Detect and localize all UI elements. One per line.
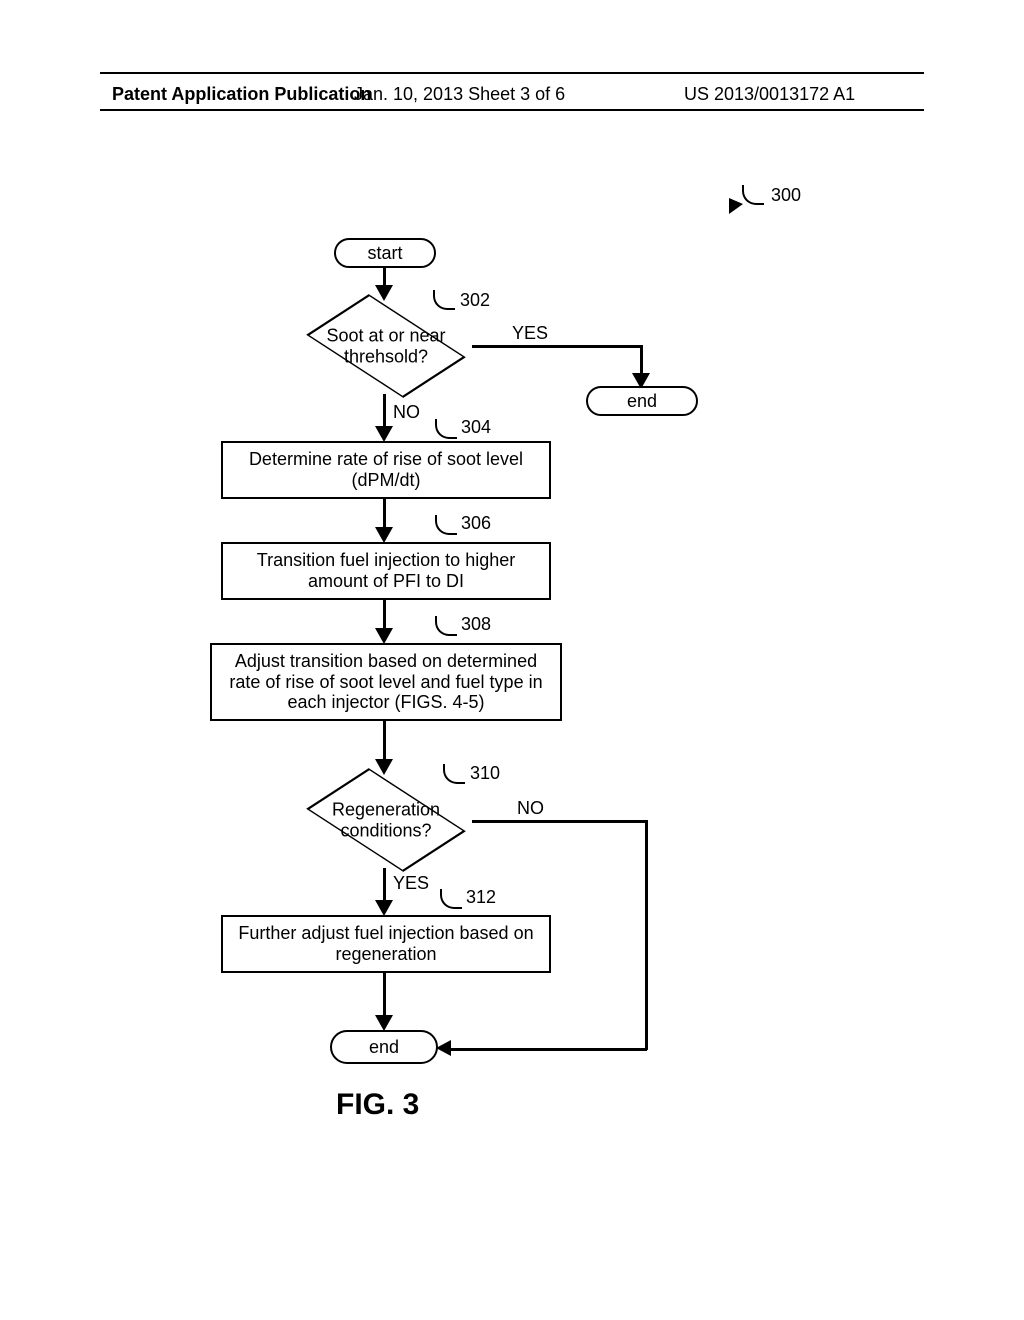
ref-302: 302 (460, 290, 490, 311)
connector (383, 394, 386, 430)
decision-310-text: Regeneration conditions? (332, 799, 440, 840)
no-label-310: NO (517, 798, 544, 819)
leader-tail (440, 889, 462, 909)
leader-tail (435, 616, 457, 636)
connector (645, 820, 648, 1050)
yes-label-310: YES (393, 873, 429, 894)
decision-302-text: Soot at or near threhsold? (326, 325, 445, 366)
process-306: Transition fuel injection to higher amou… (221, 542, 551, 600)
connector (383, 973, 386, 1019)
process-312: Further adjust fuel injection based on r… (221, 915, 551, 973)
end-top-terminator: end (586, 386, 698, 416)
ref-312: 312 (466, 887, 496, 908)
leader-tail (435, 419, 457, 439)
decision-310: Regeneration conditions? (301, 772, 471, 868)
process-304-text: Determine rate of rise of soot level (dP… (249, 449, 523, 490)
process-308-text: Adjust transition based on determined ra… (229, 651, 542, 713)
header-rule-bottom (100, 109, 924, 111)
yes-label-302: YES (512, 323, 548, 344)
no-label-302: NO (393, 402, 420, 423)
ref-300: 300 (771, 185, 801, 206)
connector (383, 721, 386, 763)
leader-tail (435, 515, 457, 535)
arrow-down-icon (375, 426, 393, 442)
process-306-text: Transition fuel injection to higher amou… (257, 550, 515, 591)
figure-caption: FIG. 3 (336, 1088, 419, 1122)
ref-304: 304 (461, 417, 491, 438)
header-left: Patent Application Publication (112, 84, 371, 105)
process-304: Determine rate of rise of soot level (dP… (221, 441, 551, 499)
start-label: start (367, 243, 402, 264)
connector (472, 820, 647, 823)
process-308: Adjust transition based on determined ra… (210, 643, 562, 721)
arrow-down-icon (375, 900, 393, 916)
end-top-label: end (627, 391, 657, 412)
ref-308: 308 (461, 614, 491, 635)
connector (450, 1048, 647, 1051)
process-312-text: Further adjust fuel injection based on r… (238, 923, 533, 964)
header-mid: Jan. 10, 2013 Sheet 3 of 6 (354, 84, 565, 105)
arrow-down-icon (375, 527, 393, 543)
ref-306: 306 (461, 513, 491, 534)
connector (383, 868, 386, 904)
connector (472, 345, 642, 348)
decision-302: Soot at or near threhsold? (301, 298, 471, 394)
arrow-down-icon (375, 1015, 393, 1031)
header-rule-top (100, 72, 924, 74)
ref-310: 310 (470, 763, 500, 784)
end-bottom-label: end (369, 1037, 399, 1058)
arrow-down-icon (375, 628, 393, 644)
leader-tail (742, 185, 764, 205)
arrow-left-icon (436, 1040, 451, 1056)
end-bottom-terminator: end (330, 1030, 438, 1064)
start-terminator: start (334, 238, 436, 268)
header-right: US 2013/0013172 A1 (684, 84, 855, 105)
